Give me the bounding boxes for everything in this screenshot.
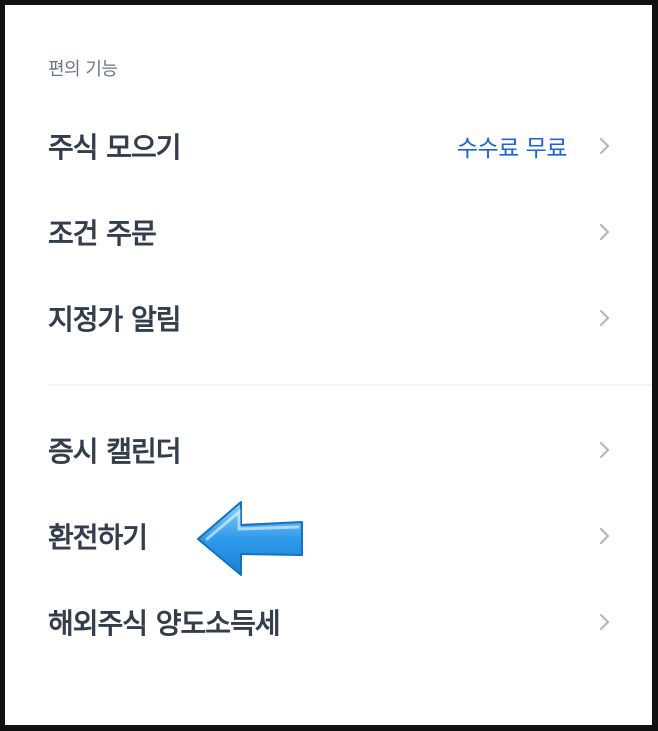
chevron-right-icon (599, 527, 610, 545)
section-title: 편의 기능 (48, 59, 118, 80)
menu-item-capital-gains-tax[interactable]: 해외주식 양도소득세 (5, 579, 652, 665)
chevron-right-icon (599, 441, 610, 459)
menu-item-label: 증시 캘린더 (48, 435, 182, 468)
menu-item-conditional-order[interactable]: 조건 주문 (5, 189, 652, 275)
menu-item-label: 해외주식 양도소득세 (48, 607, 281, 640)
chevron-right-icon (599, 613, 610, 631)
menu-item-label: 환전하기 (48, 521, 148, 554)
menu-item-label: 조건 주문 (48, 217, 157, 250)
menu-item-market-calendar[interactable]: 증시 캘린더 (5, 407, 652, 493)
menu-item-currency-exchange[interactable]: 환전하기 (5, 493, 652, 579)
chevron-right-icon (599, 223, 610, 241)
menu-item-label: 지정가 알림 (48, 303, 182, 336)
menu-item-stock-collect[interactable]: 주식 모으기 수수료 무료 (5, 103, 652, 189)
menu-item-limit-price-alert[interactable]: 지정가 알림 (5, 275, 652, 361)
chevron-right-icon (599, 309, 610, 327)
menu-item-label: 주식 모으기 (48, 131, 182, 164)
chevron-right-icon (599, 137, 610, 155)
divider (48, 384, 652, 386)
left-arrow-icon (197, 501, 303, 576)
free-fee-badge: 수수료 무료 (456, 136, 568, 162)
menu-panel: 편의 기능 주식 모으기 수수료 무료 조건 주문 지정가 알림 증시 캘린더 … (5, 5, 652, 725)
